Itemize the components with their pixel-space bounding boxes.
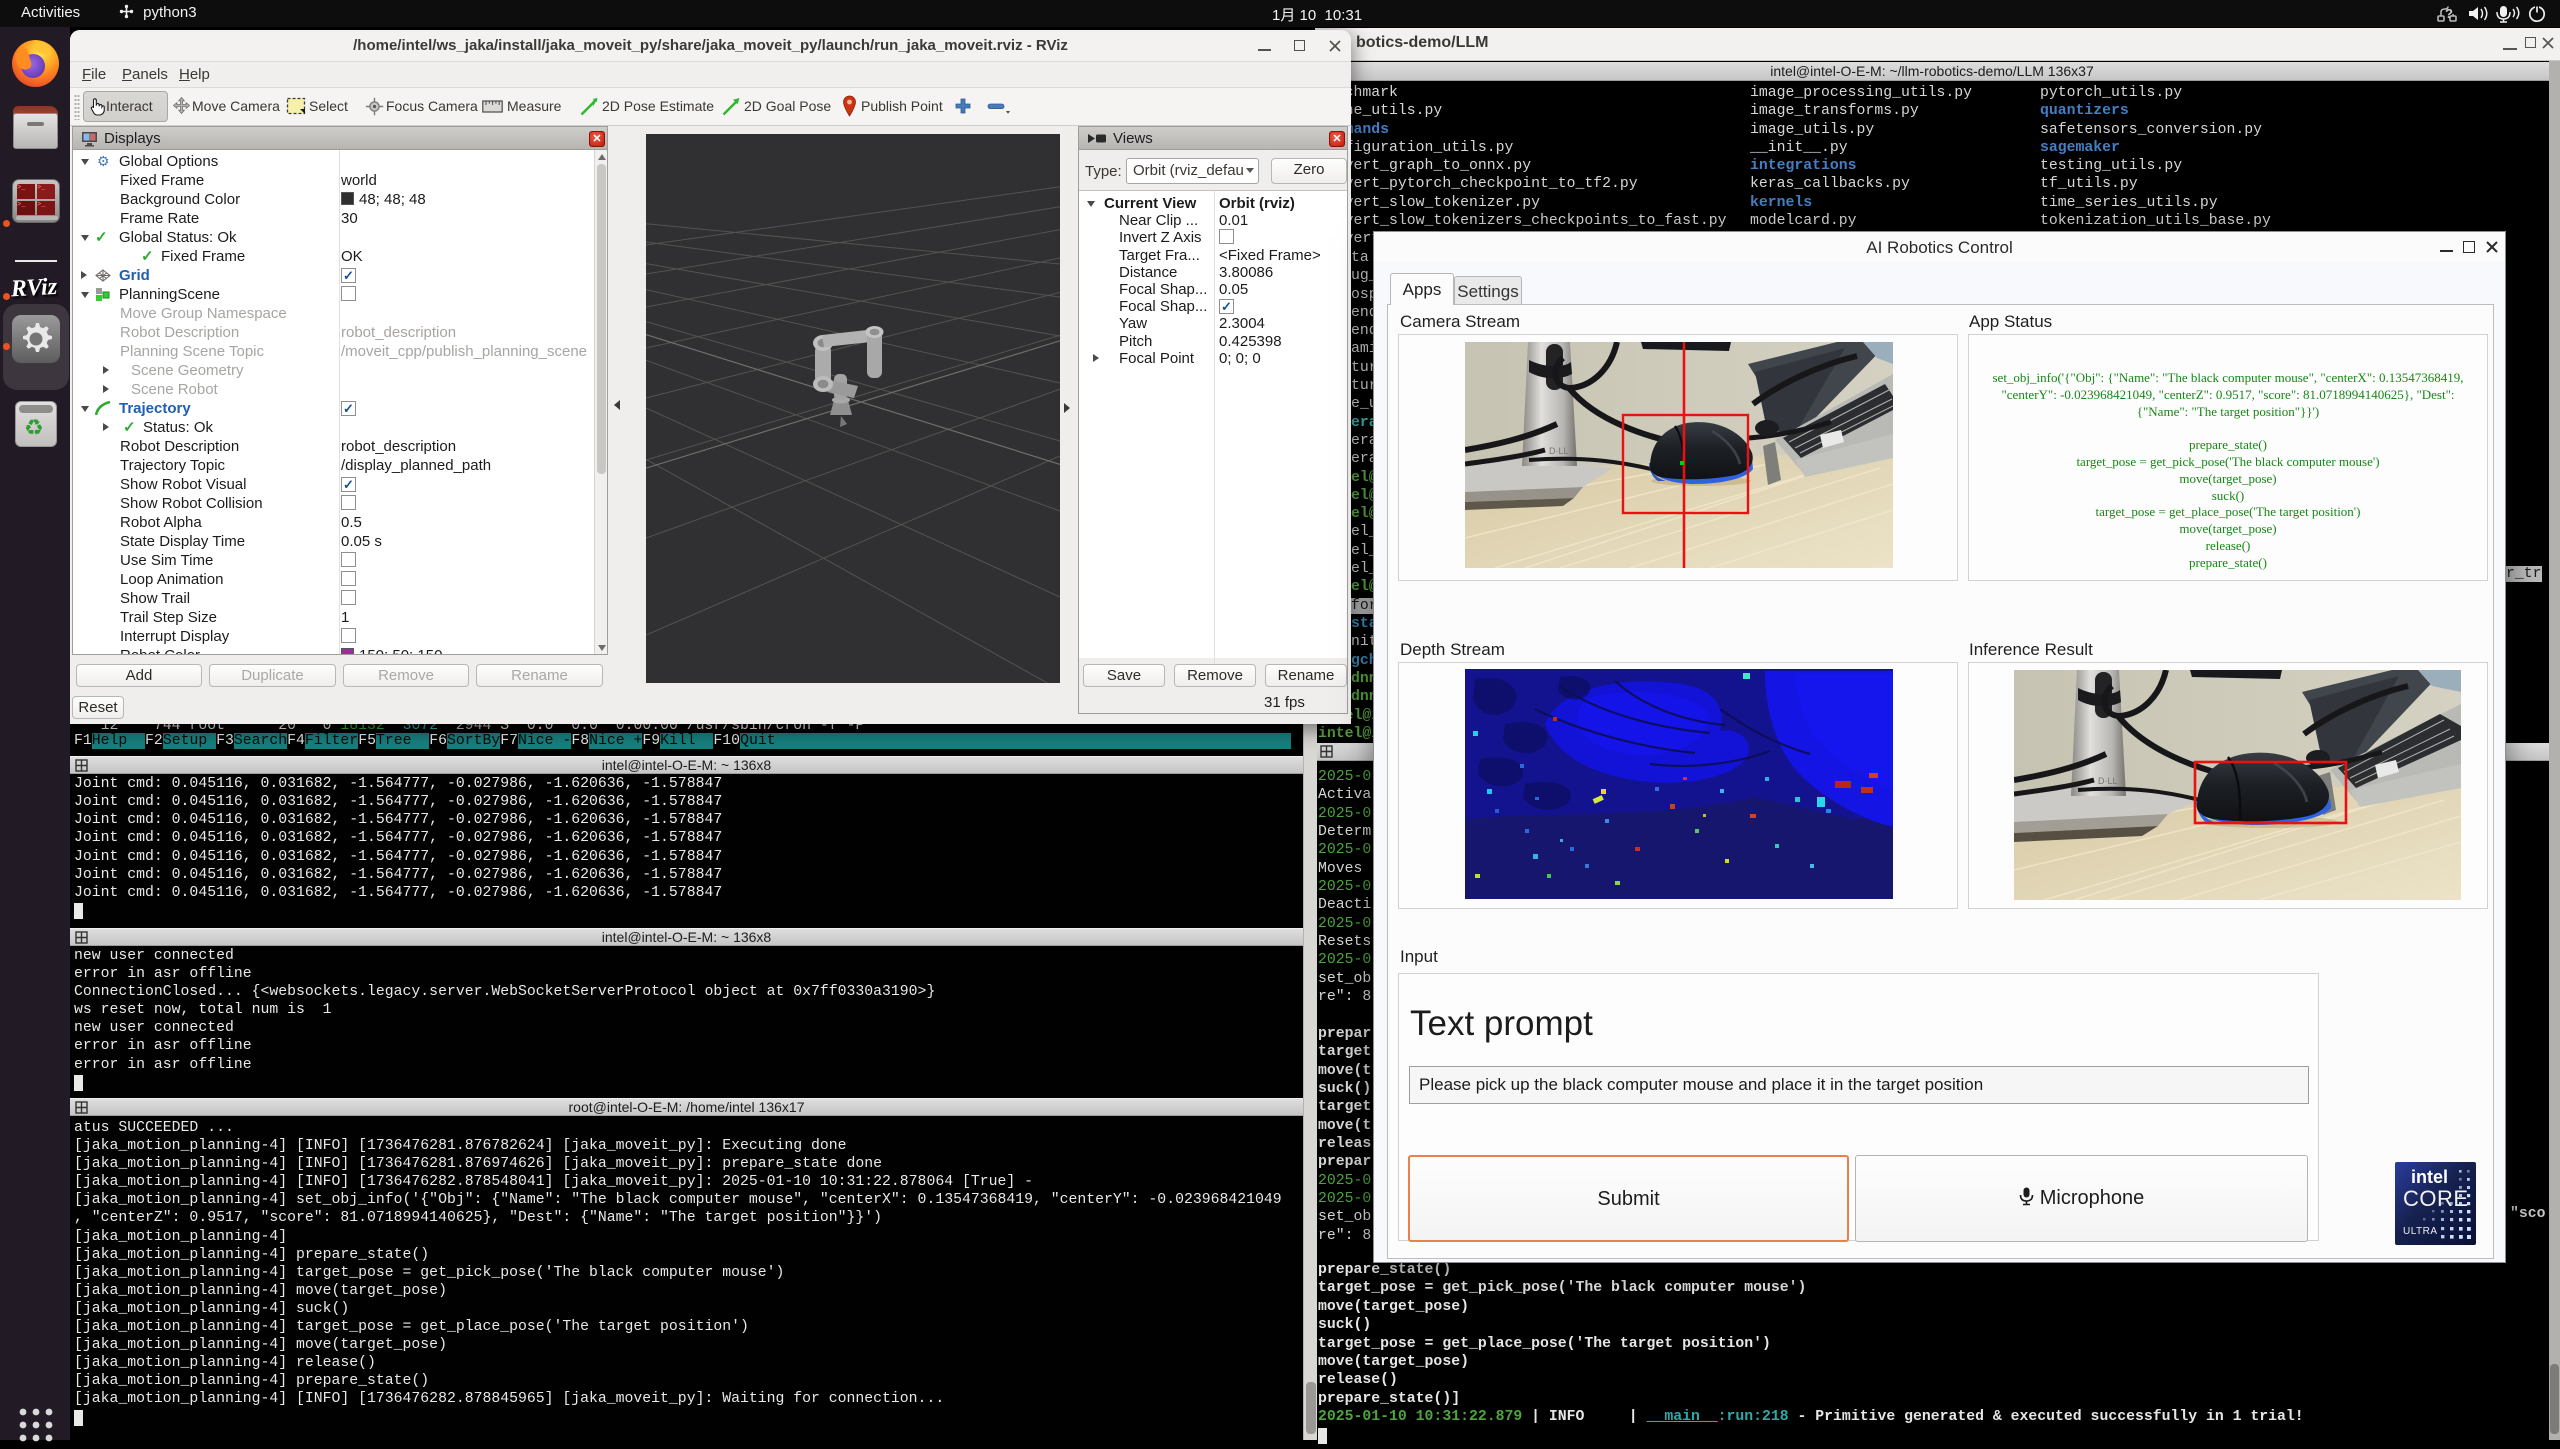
svg-text:D·LL: D·LL [1549, 446, 1569, 456]
svg-text:D·LL: D·LL [2098, 776, 2118, 786]
svg-text:?: ? [2445, 6, 2453, 21]
